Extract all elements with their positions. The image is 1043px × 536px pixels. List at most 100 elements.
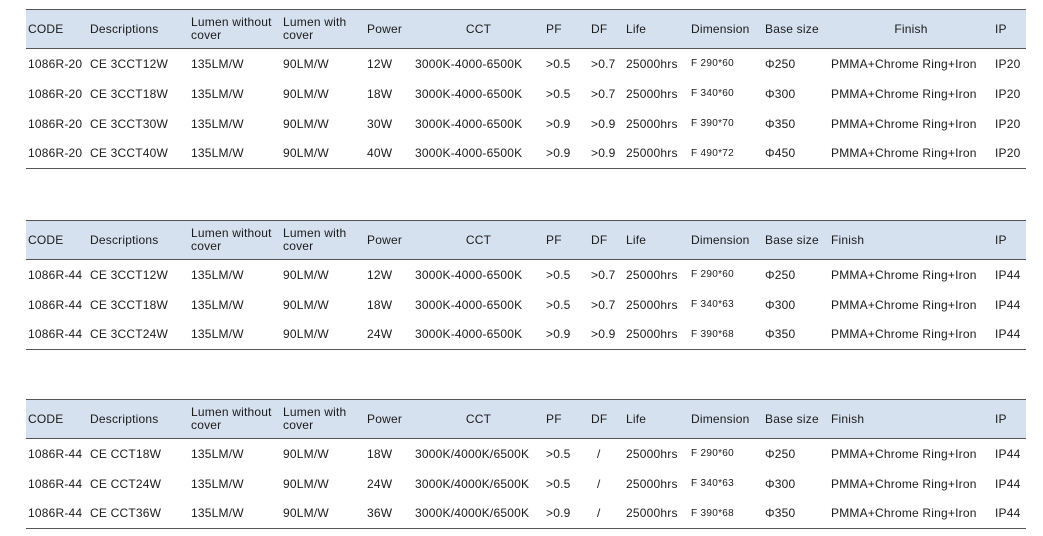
cell-power: 24W — [365, 319, 413, 350]
cell-lumen-without-cover: 135LM/W — [191, 267, 244, 282]
header-dimension: Dimension — [689, 9, 763, 49]
header-ip: IP — [993, 9, 1026, 49]
header-lumen-without-cover: Lumen without cover — [189, 220, 281, 260]
cell-ip: IP20 — [993, 138, 1026, 169]
header-dimension: Dimension — [689, 399, 763, 439]
table-row: 1086R-44 CE CCT18W 135LM/W 90LM/W 18W 30… — [26, 439, 1026, 469]
table-row: 1086R-44 CE CCT36W 135LM/W 90LM/W 36W 30… — [26, 498, 1026, 529]
cell-pf: >0.5 — [546, 476, 571, 491]
spec-table-ip44-cct: CODE Descriptions Lumen without cover Lu… — [26, 399, 1026, 529]
header-power: Power — [365, 220, 413, 260]
cell-lumen-without-cover: 135LM/W — [189, 498, 281, 529]
table-header-row: CODE Descriptions Lumen without cover Lu… — [26, 9, 1026, 49]
cell-lumen-without-cover: 135LM/W — [191, 116, 244, 131]
table-row: 1086R-44 CE 3CCT12W 135LM/W 90LM/W 12W 3… — [26, 260, 1026, 290]
cell-ip: IP44 — [995, 297, 1021, 312]
cell-lumen-without-cover: 135LM/W — [189, 319, 281, 350]
cell-finish: PMMA+Chrome Ring+Iron — [831, 56, 977, 71]
cell-power: 12W — [367, 267, 393, 282]
cell-code: 1086R-44 — [28, 297, 83, 312]
header-base-size: Base size — [763, 9, 829, 49]
header-code: CODE — [26, 9, 88, 49]
cell-cct: 3000K/4000K/6500K — [413, 498, 544, 529]
header-dimension: Dimension — [689, 220, 763, 260]
header-pf: PF — [544, 399, 589, 439]
cell-df: >0.7 — [591, 56, 616, 71]
cell-cct: 3000K-4000-6500K — [415, 297, 523, 312]
cell-life: 25000hrs — [624, 138, 689, 169]
cell-pf: >0.5 — [546, 56, 571, 71]
cell-description: CE 3CCT18W — [90, 297, 169, 312]
table-row: 1086R-44 CE CCT24W 135LM/W 90LM/W 24W 30… — [26, 469, 1026, 499]
header-pf: PF — [544, 220, 589, 260]
cell-dimension: F 290*60 — [691, 269, 734, 281]
spec-table-ip20-3cct: CODE Descriptions Lumen without cover Lu… — [26, 9, 1026, 169]
cell-df: >0.9 — [591, 116, 616, 131]
header-ip: IP — [993, 220, 1026, 260]
cell-cct: 3000K-4000-6500K — [415, 86, 523, 101]
table-row: 1086R-44 CE 3CCT18W 135LM/W 90LM/W 18W 3… — [26, 290, 1026, 320]
cell-cct: 3000K-4000-6500K — [415, 56, 523, 71]
header-cct: CCT — [413, 220, 544, 260]
cell-finish: PMMA+Chrome Ring+Iron — [831, 446, 977, 461]
cell-base-size: Φ350 — [763, 319, 829, 350]
cell-code: 1086R-20 — [26, 138, 88, 169]
cell-dimension: F 340*63 — [691, 478, 734, 489]
table-header-row: CODE Descriptions Lumen without cover Lu… — [26, 220, 1026, 260]
table-row: 1086R-44 CE 3CCT24W 135LM/W 90LM/W 24W 3… — [26, 319, 1026, 350]
cell-cct: 3000K-4000-6500K — [415, 267, 523, 282]
cell-lumen-with-cover: 90LM/W — [283, 267, 329, 282]
cell-base-size: Φ350 — [765, 116, 796, 131]
cell-dimension: F 340*63 — [691, 299, 734, 310]
cell-ip: IP44 — [995, 476, 1021, 491]
cell-dimension: F 340*60 — [691, 88, 734, 99]
cell-ip: IP44 — [993, 498, 1026, 529]
header-lumen-without-cover: Lumen without cover — [189, 399, 281, 439]
cell-finish: PMMA+Chrome Ring+Iron — [831, 476, 977, 491]
cell-pf: >0.9 — [544, 319, 589, 350]
header-life: Life — [624, 9, 689, 49]
cell-lumen-with-cover: 90LM/W — [283, 297, 329, 312]
cell-life: 25000hrs — [624, 498, 689, 529]
cell-life: 25000hrs — [626, 297, 678, 312]
cell-power: 12W — [367, 56, 393, 71]
cell-ip: IP44 — [995, 267, 1021, 282]
cell-cct: 3000K-4000-6500K — [413, 319, 544, 350]
cell-cct: 3000K/4000K/6500K — [415, 476, 530, 491]
cell-power: 18W — [367, 446, 393, 461]
cell-power: 40W — [365, 138, 413, 169]
cell-ip: IP44 — [995, 446, 1021, 461]
cell-life: 25000hrs — [626, 86, 678, 101]
cell-description: CE CCT24W — [90, 476, 162, 491]
cell-cct: 3000K-4000-6500K — [415, 116, 523, 131]
cell-finish: PMMA+Chrome Ring+Iron — [831, 297, 977, 312]
cell-power: 18W — [367, 86, 393, 101]
cell-df: >0.7 — [591, 297, 616, 312]
cell-lumen-without-cover: 135LM/W — [191, 56, 244, 71]
cell-pf: >0.5 — [546, 297, 571, 312]
header-cct: CCT — [413, 399, 544, 439]
cell-life: 25000hrs — [626, 267, 678, 282]
cell-lumen-without-cover: 135LM/W — [191, 446, 244, 461]
cell-df: >0.7 — [591, 267, 616, 282]
cell-lumen-with-cover: 90LM/W — [283, 476, 329, 491]
cell-finish: PMMA+Chrome Ring+Iron — [831, 86, 977, 101]
cell-pf: >0.5 — [546, 267, 571, 282]
header-df: DF — [589, 9, 624, 49]
cell-ip: IP20 — [995, 56, 1021, 71]
cell-power: 18W — [367, 297, 393, 312]
cell-description: CE 3CCT40W — [88, 138, 189, 169]
cell-pf: >0.9 — [544, 138, 589, 169]
cell-pf: >0.9 — [546, 116, 571, 131]
header-finish: Finish — [829, 399, 993, 439]
cell-ip: IP20 — [995, 116, 1021, 131]
cell-life: 25000hrs — [626, 446, 678, 461]
spec-table-ip44-3cct: CODE Descriptions Lumen without cover Lu… — [26, 220, 1026, 350]
cell-lumen-with-cover: 90LM/W — [283, 446, 329, 461]
cell-cct: 3000K-4000-6500K — [413, 138, 544, 169]
cell-finish: PMMA+Chrome Ring+Iron — [829, 319, 993, 350]
cell-description: CE 3CCT12W — [90, 267, 169, 282]
table-row: 1086R-20 CE 3CCT18W 135LM/W 90LM/W 18W 3… — [26, 79, 1026, 109]
cell-base-size: Φ350 — [763, 498, 829, 529]
cell-dimension: F 390*68 — [689, 319, 763, 350]
